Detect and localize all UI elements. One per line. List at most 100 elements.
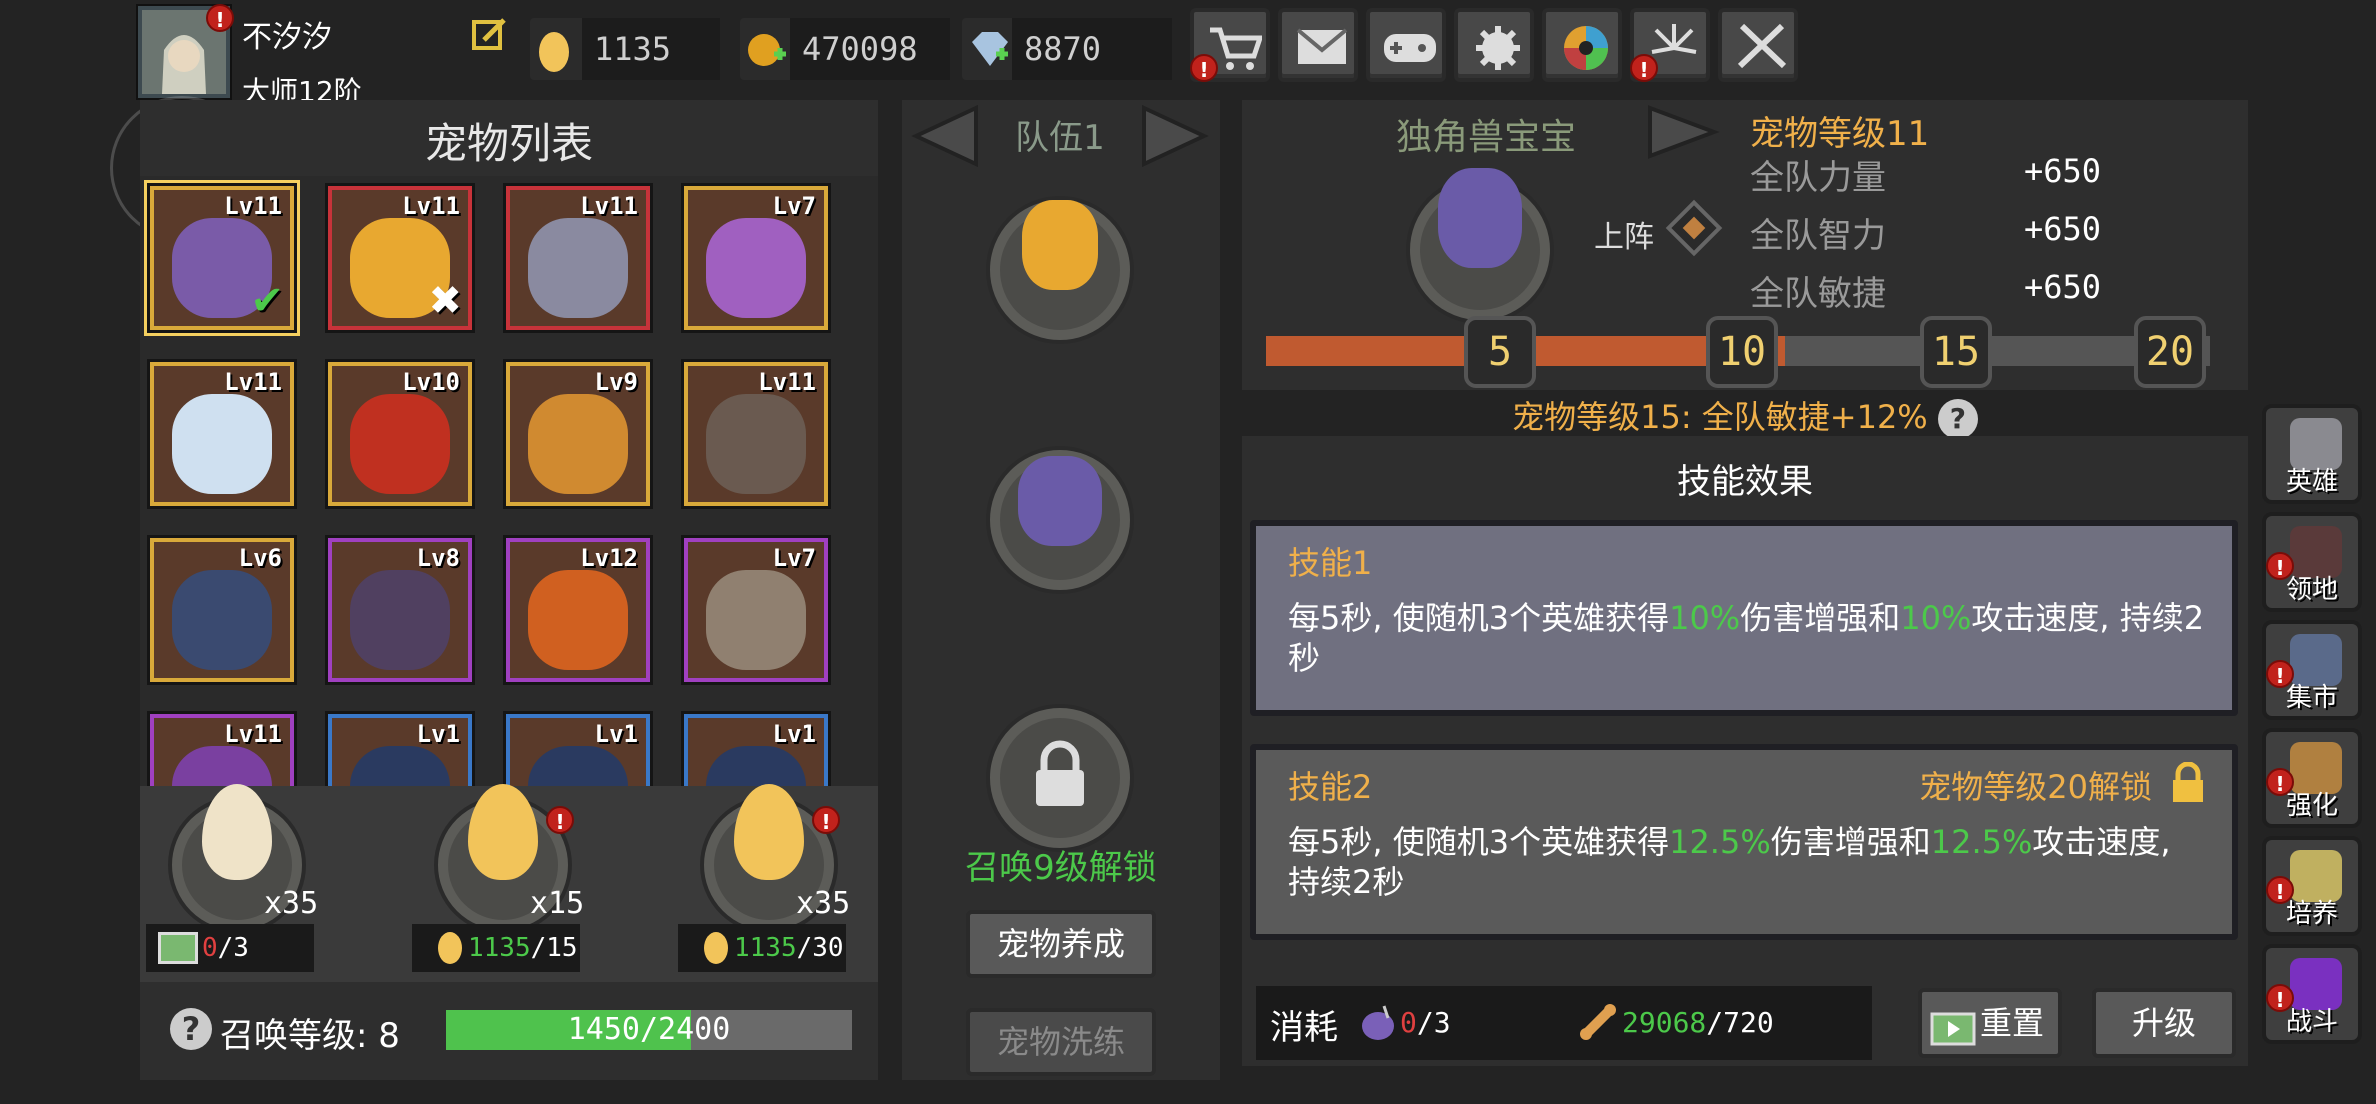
skill-2-unlock-text: 宠物等级20解锁 (1919, 768, 2152, 806)
pet-portrait-icon (172, 394, 272, 494)
side-menu-item[interactable]: 战斗! (2262, 944, 2362, 1044)
pet-card[interactable]: Lv8 (325, 535, 475, 685)
milestone-marker: 15 (1920, 316, 1992, 388)
summon-progress-bar: 1450/2400 (446, 1010, 852, 1050)
player-name: 不汐汐 (242, 20, 332, 55)
pet-next-arrow[interactable] (1646, 104, 1720, 160)
skill-2-card: 技能2 宠物等级20解锁 每5秒, 使随机3个英雄获得12.5%伤害增强和12.… (1250, 744, 2238, 940)
pet-portrait-icon (172, 570, 272, 670)
color-wheel-button[interactable] (1542, 8, 1622, 82)
pet-name: 独角兽宝宝 (1396, 117, 1577, 158)
battle-button[interactable] (1718, 8, 1798, 82)
fireworks-button[interactable]: ! (1630, 8, 1710, 82)
pet-level-label: Lv6 (238, 544, 282, 572)
milestone-marker: 20 (2134, 316, 2206, 388)
team-slot-3-locked (990, 708, 1130, 848)
milestone-marker: 5 (1464, 316, 1536, 388)
settings-button[interactable] (1454, 8, 1534, 82)
side-menu-alert-badge: ! (2266, 660, 2294, 688)
avatar-alert-badge: ! (206, 4, 234, 32)
skill-1-value-a: 10% (1669, 599, 1741, 637)
pet-card[interactable]: Lv7 (681, 535, 831, 685)
pet-level-label: Lv8 (416, 544, 460, 572)
stat-label: 全队力量 (1750, 158, 1886, 198)
help-icon[interactable]: ? (170, 1008, 212, 1050)
pet-portrait-icon (706, 570, 806, 670)
pet-card[interactable]: Lv7 (681, 183, 831, 333)
pet-portrait-icon (528, 570, 628, 670)
pet-level-label: Lv1 (772, 720, 816, 748)
arrow-right-icon (1648, 105, 1720, 159)
pet-card[interactable]: Lv11 ✖ (325, 183, 475, 333)
summon-cost-box[interactable]: 0/3 (146, 924, 314, 972)
skill-1-card: 技能1 每5秒, 使随机3个英雄获得10%伤害增强和10%攻击速度, 持续2秒 (1250, 520, 2238, 716)
pet-wash-button[interactable]: 宠物洗练 (966, 1008, 1156, 1076)
cost-row (1256, 986, 1872, 1060)
pet-card[interactable]: Lv1 (325, 711, 475, 786)
side-menu-item[interactable]: 集市! (2262, 620, 2362, 720)
pet-cultivate-button[interactable]: 宠物养成 (966, 910, 1156, 978)
team-prev-arrow[interactable] (906, 104, 980, 168)
controller-button[interactable] (1366, 8, 1446, 82)
pet-level-label: Lv12 (580, 544, 638, 572)
pet-card[interactable]: Lv10 (325, 359, 475, 509)
pet-grid[interactable]: Lv11 ✔ Lv11 ✖ Lv11 Lv7 Lv11 Lv10 Lv9 Lv11 Lv6 Lv8 Lv… (140, 176, 878, 786)
skills-title: 技能效果 (1677, 462, 1813, 502)
team-slot-2[interactable] (990, 450, 1130, 590)
pet-card[interactable]: Lv11 ✔ (147, 183, 297, 333)
summon-alert-badge: ! (812, 806, 840, 834)
pet-portrait-icon (528, 218, 628, 318)
crossed-swords-icon (1737, 23, 1787, 69)
pet-card[interactable]: Lv11 (147, 359, 297, 509)
cost-label: 消耗 (1270, 1008, 1338, 1048)
side-menu-alert-badge: ! (2266, 552, 2294, 580)
pet-level-label: Lv11 (580, 192, 638, 220)
arrow-left-icon (911, 104, 978, 168)
summon-cost-box[interactable]: 1135/15 (412, 924, 580, 972)
pet-card[interactable]: Lv6 (147, 535, 297, 685)
color-wheel-icon (1564, 26, 1608, 70)
gold-resource: 470098 (740, 18, 950, 80)
team-slot-1[interactable] (990, 200, 1130, 340)
pet-level-label: Lv11 (402, 192, 460, 220)
side-menu-item[interactable]: 英雄 (2262, 404, 2362, 504)
egg-icon (704, 932, 728, 964)
help-icon[interactable]: ? (1937, 399, 1978, 439)
arrow-right-icon (1142, 104, 1209, 168)
edit-name-icon[interactable] (470, 14, 510, 58)
reset-button[interactable]: 重置 (1918, 988, 2062, 1058)
summon-cost-box[interactable]: 1135/30 (678, 924, 846, 972)
upgrade-button[interactable]: 升级 (2092, 988, 2236, 1058)
pet-card[interactable]: Lv12 (503, 535, 653, 685)
level-bonus-label: 宠物等级15: 全队敏捷+12% (1512, 398, 1928, 436)
gamepad-icon (1384, 34, 1436, 62)
pet-card[interactable]: Lv11 (147, 711, 297, 786)
gem-resource: 8870 (962, 18, 1172, 80)
milestone-marker: 10 (1706, 316, 1778, 388)
side-menu-item[interactable]: 培养! (2262, 836, 2362, 936)
side-menu-alert-badge: ! (2266, 768, 2294, 796)
team-title: 队伍1 (1015, 118, 1105, 158)
team-next-arrow[interactable] (1140, 104, 1214, 168)
egg-icon (438, 932, 462, 964)
shop-button[interactable]: ! (1190, 8, 1270, 82)
mail-button[interactable] (1278, 8, 1358, 82)
pet-portrait-icon (350, 570, 450, 670)
pet-portrait-icon (350, 746, 450, 786)
pet-card[interactable]: Lv1 (503, 711, 653, 786)
side-menu-label: 英雄 (2285, 467, 2338, 497)
side-menu-alert-badge: ! (2266, 876, 2294, 904)
pet-card[interactable]: Lv1 (681, 711, 831, 786)
pet-card[interactable]: Lv11 (503, 183, 653, 333)
pet-card[interactable]: Lv11 (681, 359, 831, 509)
skill-1-desc: 每5秒, 使随机3个英雄获得10%伤害增强和10%攻击速度, 持续2秒 (1288, 599, 2205, 677)
unicorn-pet-icon (1018, 456, 1102, 546)
pet-card[interactable]: Lv9 (503, 359, 653, 509)
side-menu-item[interactable]: 强化! (2262, 728, 2362, 828)
skill-1-title: 技能1 (1288, 544, 1373, 582)
pet-list-title: 宠物列表 (424, 119, 593, 168)
skill-2-value-b: 12.5% (1930, 823, 2033, 861)
pet-portrait-icon (528, 394, 628, 494)
lock-icon (1036, 740, 1084, 806)
side-menu-item[interactable]: 领地! (2262, 512, 2362, 612)
